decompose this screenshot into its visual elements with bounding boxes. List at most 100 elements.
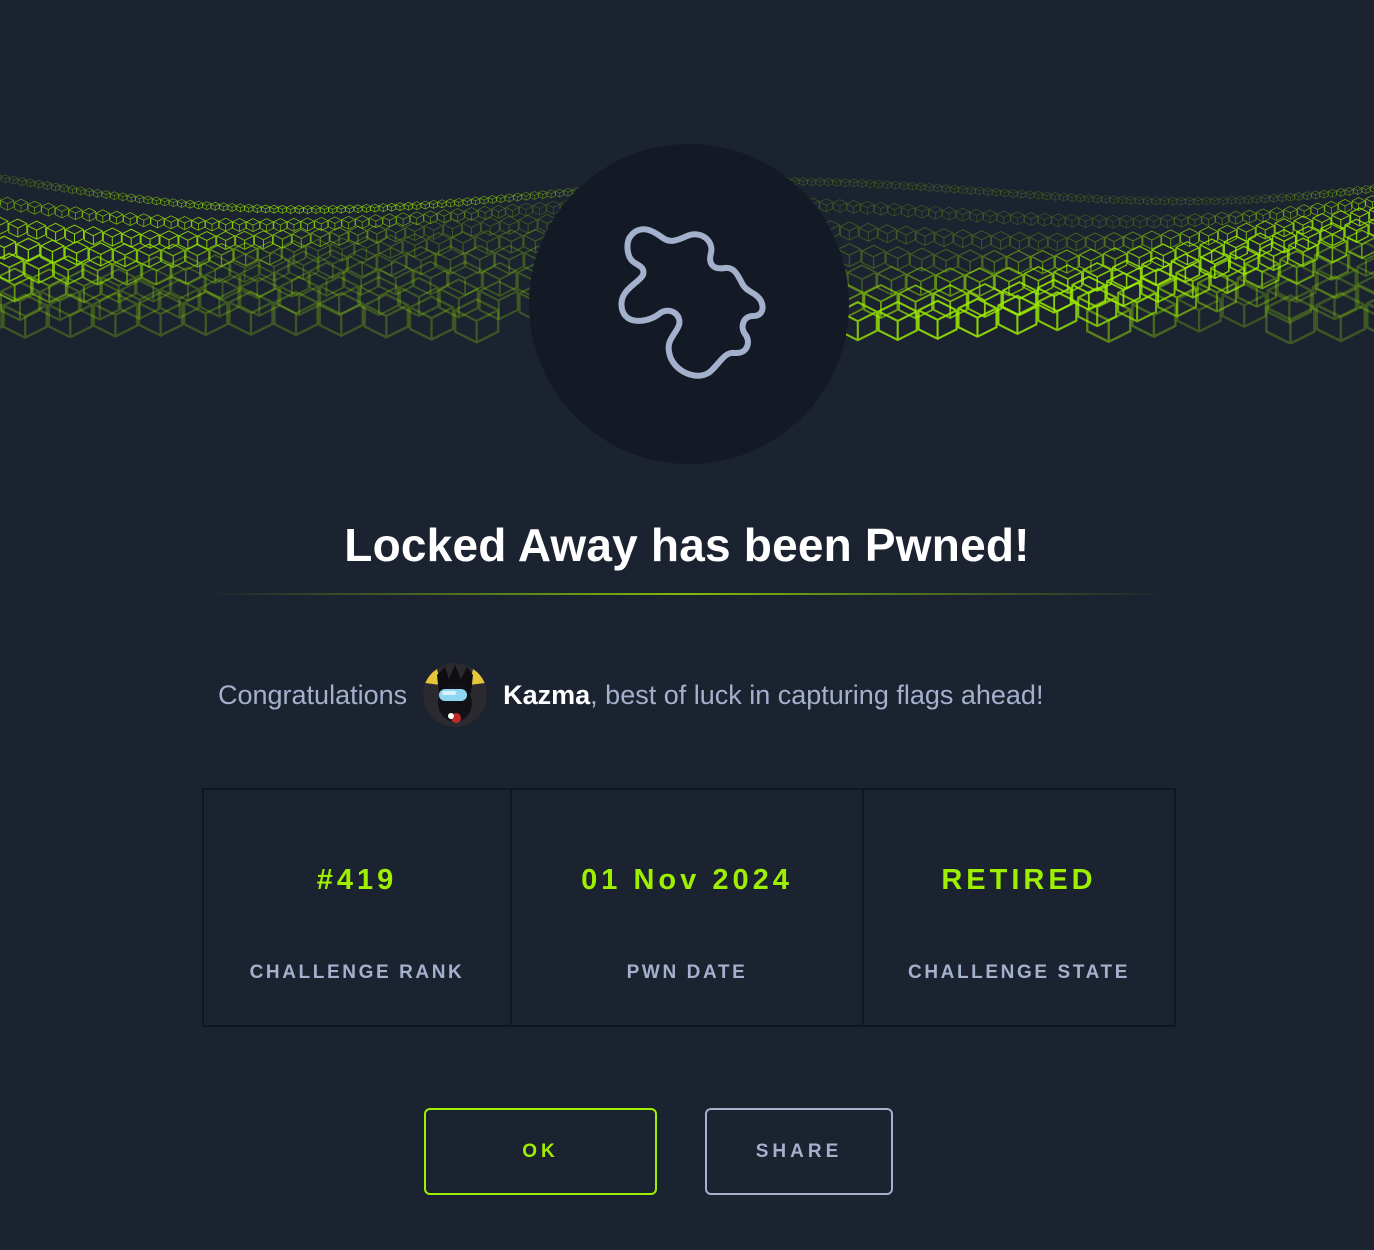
ok-button[interactable]: OK bbox=[424, 1108, 657, 1195]
wireframe-cube bbox=[93, 189, 102, 198]
wireframe-cube bbox=[1037, 212, 1052, 227]
wireframe-cube bbox=[1235, 195, 1245, 205]
wireframe-cube bbox=[27, 220, 47, 240]
wireframe-cube bbox=[1365, 298, 1374, 333]
wireframe-cube bbox=[1319, 189, 1329, 199]
wireframe-cube bbox=[496, 194, 506, 203]
wireframe-cube bbox=[996, 210, 1011, 225]
wireframe-cube bbox=[488, 195, 497, 204]
wireframe-cube bbox=[933, 183, 942, 193]
wireframe-cube bbox=[386, 223, 406, 243]
wireframe-cube bbox=[395, 202, 405, 212]
wireframe-cube bbox=[14, 198, 28, 213]
wireframe-cube bbox=[849, 178, 858, 188]
wireframe-cube bbox=[168, 198, 178, 208]
wireframe-cube bbox=[83, 226, 103, 246]
wireframe-cube bbox=[82, 207, 97, 222]
wireframe-cube bbox=[1336, 188, 1346, 197]
wireframe-cube bbox=[1042, 191, 1052, 201]
wireframe-cube bbox=[191, 216, 206, 231]
username[interactable]: Kazma bbox=[503, 680, 590, 711]
wireframe-cube bbox=[437, 209, 451, 224]
wireframe-cube bbox=[917, 299, 958, 340]
wireframe-cube bbox=[857, 179, 867, 188]
wireframe-cube bbox=[348, 225, 368, 245]
wireframe-cube bbox=[479, 195, 489, 205]
wireframe-cube bbox=[27, 200, 42, 215]
share-button[interactable]: SHARE bbox=[705, 1108, 893, 1195]
wireframe-cube bbox=[983, 209, 997, 224]
wireframe-cube bbox=[1269, 207, 1284, 221]
wireframe-cube bbox=[1353, 186, 1362, 195]
wireframe-cube bbox=[259, 218, 274, 233]
wireframe-cube bbox=[150, 214, 165, 229]
wireframe-cube bbox=[1017, 189, 1026, 199]
wireframe-cube bbox=[958, 185, 968, 195]
wireframe-cube bbox=[969, 208, 984, 223]
wireframe-cube bbox=[1051, 213, 1066, 228]
wireframe-cube bbox=[160, 197, 170, 207]
wireframe-cube bbox=[404, 201, 413, 211]
challenge-state-value: RETIRED bbox=[941, 864, 1097, 896]
wireframe-cube bbox=[1260, 194, 1270, 204]
wireframe-cube bbox=[0, 196, 15, 211]
wireframe-cube bbox=[1092, 214, 1107, 229]
wireframe-cube bbox=[1106, 214, 1120, 229]
wireframe-cube bbox=[46, 222, 66, 242]
wireframe-cube bbox=[1242, 209, 1257, 224]
wireframe-cube bbox=[1344, 187, 1354, 196]
wireframe-cube bbox=[95, 209, 110, 224]
wireframe-cube bbox=[232, 218, 247, 232]
wireframe-cube bbox=[320, 205, 329, 214]
wireframe-cube bbox=[68, 206, 83, 221]
wireframe-cube bbox=[983, 187, 993, 197]
wireframe-cube bbox=[908, 181, 917, 191]
challenge-state-label: CHALLENGE STATE bbox=[908, 962, 1130, 983]
wireframe-cube bbox=[896, 225, 916, 245]
wireframe-cube bbox=[874, 201, 888, 216]
wireframe-cube bbox=[378, 203, 388, 212]
wireframe-cube bbox=[1311, 190, 1320, 200]
wireframe-cube bbox=[1151, 196, 1161, 206]
wireframe-cube bbox=[446, 198, 455, 208]
wireframe-cube bbox=[8, 218, 28, 238]
wireframe-cube bbox=[42, 181, 52, 191]
wireframe-cube bbox=[1078, 214, 1093, 229]
wireframe-cube bbox=[109, 210, 124, 225]
wireframe-cube bbox=[461, 218, 481, 238]
wireframe-cube bbox=[17, 177, 27, 186]
wireframe-cube bbox=[482, 261, 518, 297]
wireframe-cube bbox=[505, 203, 520, 218]
wireframe-cube bbox=[901, 203, 916, 218]
wireframe-cube bbox=[972, 230, 992, 250]
wireframe-cube bbox=[1210, 196, 1220, 206]
wireframe-cube bbox=[1078, 248, 1104, 273]
wireframe-cube bbox=[1193, 196, 1203, 206]
wireframe-cube bbox=[1006, 250, 1031, 275]
wireframe-cube bbox=[1037, 291, 1078, 332]
wireframe-cube bbox=[185, 199, 195, 209]
wireframe-cube bbox=[362, 204, 371, 213]
avatar[interactable] bbox=[423, 663, 488, 727]
wireframe-cube bbox=[1059, 192, 1068, 202]
wireframe-cube bbox=[140, 229, 160, 249]
wireframe-cube bbox=[942, 206, 957, 221]
wireframe-cube bbox=[345, 204, 354, 214]
wireframe-cube bbox=[278, 205, 287, 214]
wireframe-cube bbox=[152, 196, 161, 206]
wireframe-cube bbox=[41, 202, 56, 217]
wireframe-cube bbox=[1010, 211, 1025, 226]
wireframe-cube bbox=[504, 193, 514, 203]
wireframe-cube bbox=[453, 298, 500, 344]
wireframe-cube bbox=[1365, 195, 1374, 210]
wireframe-cube bbox=[1010, 231, 1029, 251]
wireframe-cube bbox=[396, 212, 411, 227]
wireframe-cube bbox=[997, 294, 1038, 336]
wireframe-cube bbox=[420, 200, 430, 210]
stat-pwn-date: 01 Nov 2024 PWN DATE bbox=[512, 790, 864, 1025]
wireframe-cube bbox=[494, 244, 524, 275]
wireframe-cube bbox=[1176, 196, 1186, 206]
wireframe-cube bbox=[1215, 211, 1230, 226]
wireframe-cube bbox=[914, 204, 929, 219]
wireframe-cube bbox=[367, 224, 387, 244]
